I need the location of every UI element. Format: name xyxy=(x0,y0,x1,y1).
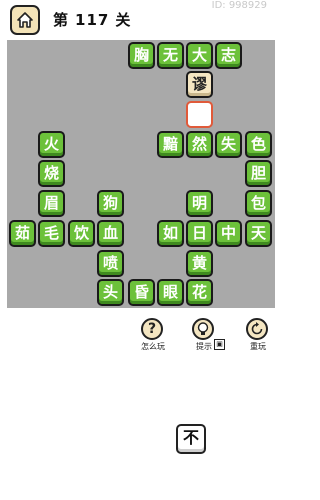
board-tile[interactable]: 志 xyxy=(215,42,242,69)
board-tile[interactable]: 胸 xyxy=(128,42,155,69)
level-prefix: 第 xyxy=(53,11,70,29)
hint-button[interactable]: 提示 ▣ xyxy=(184,318,225,352)
board-tile[interactable]: 花 xyxy=(186,279,213,306)
board-tile[interactable]: 天 xyxy=(245,220,272,247)
board-tile[interactable]: 如 xyxy=(157,220,184,247)
lightbulb-icon xyxy=(192,318,214,340)
board-tile[interactable]: 中 xyxy=(215,220,242,247)
board-tile[interactable]: 无 xyxy=(157,42,184,69)
replay-icon xyxy=(246,318,268,340)
board-tile[interactable]: 火 xyxy=(38,131,65,158)
board-tile[interactable]: 色 xyxy=(245,131,272,158)
home-icon xyxy=(17,12,33,28)
video-ad-icon: ▣ xyxy=(214,339,225,350)
board-tile[interactable]: 失 xyxy=(215,131,242,158)
board-tile[interactable]: 黯 xyxy=(157,131,184,158)
board-tile[interactable]: 黄 xyxy=(186,250,213,277)
board-tile[interactable]: 眼 xyxy=(157,279,184,306)
board-tile[interactable]: 烧 xyxy=(38,160,65,187)
board-tile[interactable]: 胆 xyxy=(245,160,272,187)
puzzle-board: 胸 无 大 志 谬 火 黯 然 失 色 烧 胆 眉 狗 明 包 茹 毛 饮 血 … xyxy=(7,40,275,308)
home-button[interactable] xyxy=(10,5,40,35)
board-tile[interactable]: 昏 xyxy=(128,279,155,306)
user-id: ID: 998929 xyxy=(211,0,267,11)
level-suffix: 关 xyxy=(115,11,132,29)
level-number: 117 xyxy=(75,11,110,29)
board-tile[interactable]: 日 xyxy=(186,220,213,247)
level-title: 第 117 关 xyxy=(53,9,131,30)
replay-label: 重玩 xyxy=(250,342,266,351)
empty-answer-slot[interactable] xyxy=(186,101,213,128)
question-icon: ? xyxy=(141,318,163,340)
top-bar: 第 117 关 ID: 998929 xyxy=(0,0,281,40)
replay-button[interactable]: 重玩 xyxy=(238,318,278,352)
how-to-play-label: 怎么玩 xyxy=(141,342,165,351)
filled-answer-tile[interactable]: 谬 xyxy=(186,71,213,98)
board-tile[interactable]: 眉 xyxy=(38,190,65,217)
board-tile[interactable]: 然 xyxy=(186,131,213,158)
board-tile[interactable]: 包 xyxy=(245,190,272,217)
how-to-play-button[interactable]: ? 怎么玩 xyxy=(133,318,173,352)
board-tile[interactable]: 饮 xyxy=(68,220,95,247)
board-tile[interactable]: 喷 xyxy=(97,250,124,277)
answer-choice-tile[interactable]: 不 xyxy=(176,424,206,454)
board-tile[interactable]: 狗 xyxy=(97,190,124,217)
board-tile[interactable]: 头 xyxy=(97,279,124,306)
board-tile[interactable]: 明 xyxy=(186,190,213,217)
board-tile[interactable]: 毛 xyxy=(38,220,65,247)
board-tile[interactable]: 血 xyxy=(97,220,124,247)
board-tile[interactable]: 茹 xyxy=(9,220,36,247)
board-tile[interactable]: 大 xyxy=(186,42,213,69)
